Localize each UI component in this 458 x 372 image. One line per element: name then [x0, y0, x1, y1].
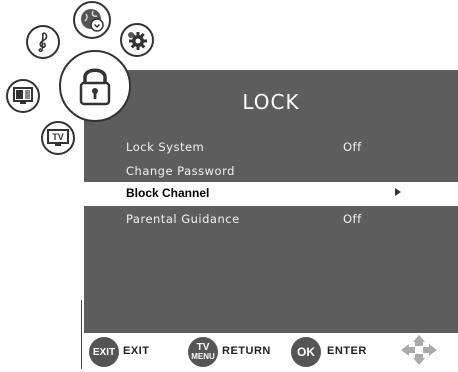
exit-button[interactable]: EXIT — [89, 337, 119, 367]
return-label: RETURN — [222, 345, 271, 357]
menu-item-label: Parental Guidance — [126, 212, 240, 226]
tv-icon-text: TV — [52, 132, 64, 142]
ok-button[interactable]: OK — [291, 337, 321, 367]
menu-item-lock-system[interactable]: Lock System Off — [84, 135, 458, 159]
tv-menu-button-bottom: MENU — [191, 352, 215, 361]
tv-menu-button[interactable]: TV MENU — [188, 337, 218, 367]
lock-menu-panel: LOCK Lock System Off Change Password Blo… — [84, 70, 458, 333]
menu-item-label: Block Channel — [126, 186, 210, 200]
divider — [81, 300, 82, 369]
exit-label: EXIT — [123, 345, 150, 357]
menu-item-change-password[interactable]: Change Password — [84, 159, 458, 183]
menu-item-parental-guidance[interactable]: Parental Guidance Off — [84, 207, 458, 231]
lock-icon[interactable] — [59, 50, 131, 122]
tv-icon[interactable]: TV — [41, 121, 75, 155]
settings-gear-icon[interactable] — [120, 23, 154, 57]
menu-title: LOCK — [242, 90, 300, 114]
clock-icon[interactable] — [73, 1, 111, 39]
tv-menu-button-top: TV — [196, 342, 210, 353]
menu-item-value: Off — [343, 140, 362, 154]
submenu-arrow-icon — [395, 188, 401, 196]
music-note-icon[interactable] — [26, 25, 60, 59]
navigation-arrows-icon — [397, 333, 441, 367]
menu-item-label: Lock System — [126, 140, 205, 154]
menu-item-value: Off — [343, 212, 362, 226]
menu-item-block-channel[interactable]: Block Channel — [84, 182, 458, 206]
menu-item-label: Change Password — [126, 164, 235, 178]
picture-monitor-icon[interactable] — [6, 79, 40, 113]
enter-label: ENTER — [327, 345, 367, 357]
